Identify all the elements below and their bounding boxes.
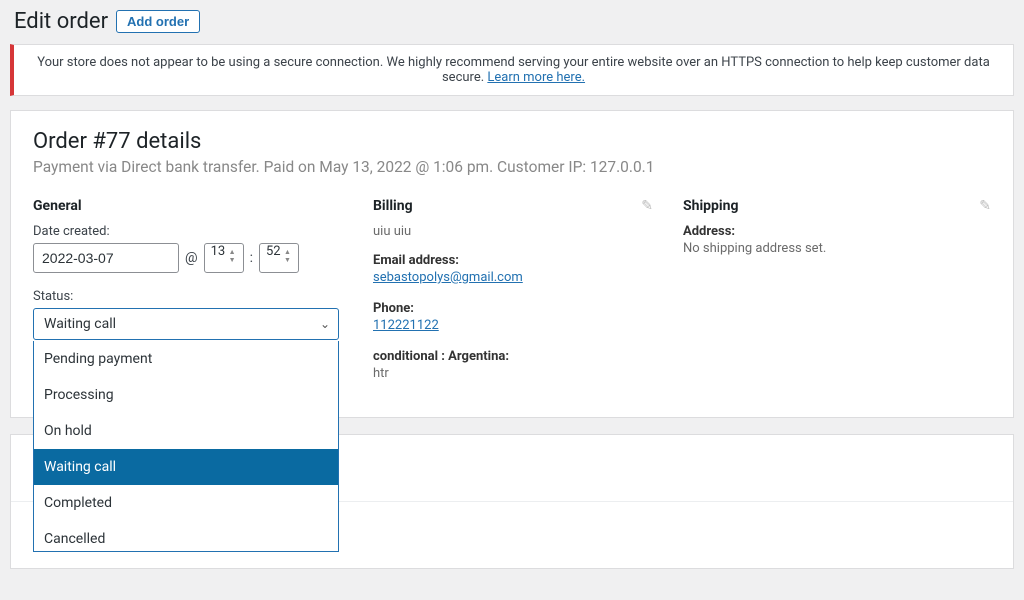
status-option-pending-payment[interactable]: Pending payment bbox=[34, 341, 338, 377]
https-warning-notice: Your store does not appear to be using a… bbox=[10, 44, 1014, 96]
shipping-heading: Shipping bbox=[683, 198, 991, 214]
order-title: Order #77 details bbox=[33, 129, 991, 154]
status-listbox: Pending payment Processing On hold Waiti… bbox=[33, 341, 339, 552]
general-column: General Date created: @ 13 ▲▼ : 52 ▲▼ St… bbox=[33, 198, 373, 397]
status-option-waiting-call[interactable]: Waiting call bbox=[34, 449, 338, 485]
edit-billing-icon[interactable]: ✎ bbox=[641, 198, 653, 214]
page-header: Edit order Add order bbox=[0, 0, 1024, 44]
chevron-down-icon: ⌄ bbox=[320, 317, 330, 331]
billing-email-link[interactable]: sebastopolys@gmail.com bbox=[373, 270, 523, 285]
billing-name: uiu uiu bbox=[373, 224, 683, 239]
date-created-input[interactable] bbox=[33, 243, 179, 273]
shipping-address-value: No shipping address set. bbox=[683, 241, 991, 256]
status-label: Status: bbox=[33, 289, 373, 304]
minute-spinner-icon[interactable]: ▲▼ bbox=[284, 248, 296, 268]
hour-spinner-icon[interactable]: ▲▼ bbox=[229, 248, 241, 268]
status-select[interactable]: Waiting call ⌄ bbox=[33, 308, 339, 340]
at-symbol: @ bbox=[185, 250, 198, 266]
shipping-column: ✎ Shipping Address: No shipping address … bbox=[683, 198, 991, 397]
billing-phone-label: Phone: bbox=[373, 301, 683, 316]
billing-heading: Billing bbox=[373, 198, 683, 214]
billing-conditional-label: conditional : Argentina: bbox=[373, 349, 683, 364]
edit-shipping-icon[interactable]: ✎ bbox=[979, 198, 991, 214]
notice-learn-more-link[interactable]: Learn more here. bbox=[487, 70, 585, 85]
status-select-value: Waiting call bbox=[44, 316, 116, 332]
status-option-cancelled[interactable]: Cancelled bbox=[34, 521, 338, 551]
order-details-panel: Order #77 details Payment via Direct ban… bbox=[10, 110, 1014, 418]
shipping-address-label: Address: bbox=[683, 224, 991, 239]
billing-email-label: Email address: bbox=[373, 253, 683, 268]
page-title: Edit order bbox=[14, 9, 108, 34]
billing-conditional-value: htr bbox=[373, 366, 683, 381]
status-option-processing[interactable]: Processing bbox=[34, 377, 338, 413]
time-colon: : bbox=[250, 250, 253, 266]
general-heading: General bbox=[33, 198, 373, 214]
billing-phone-link[interactable]: 112221122 bbox=[373, 318, 439, 333]
date-created-label: Date created: bbox=[33, 224, 373, 239]
date-created-row: @ 13 ▲▼ : 52 ▲▼ bbox=[33, 243, 373, 273]
status-option-on-hold[interactable]: On hold bbox=[34, 413, 338, 449]
hour-input[interactable]: 13 ▲▼ bbox=[204, 243, 244, 273]
status-option-completed[interactable]: Completed bbox=[34, 485, 338, 521]
minute-input[interactable]: 52 ▲▼ bbox=[259, 243, 299, 273]
order-subtitle: Payment via Direct bank transfer. Paid o… bbox=[33, 158, 991, 176]
billing-column: ✎ Billing uiu uiu Email address: sebasto… bbox=[373, 198, 683, 397]
add-order-button[interactable]: Add order bbox=[116, 10, 200, 33]
status-select-wrap: Waiting call ⌄ Pending payment Processin… bbox=[33, 308, 373, 340]
